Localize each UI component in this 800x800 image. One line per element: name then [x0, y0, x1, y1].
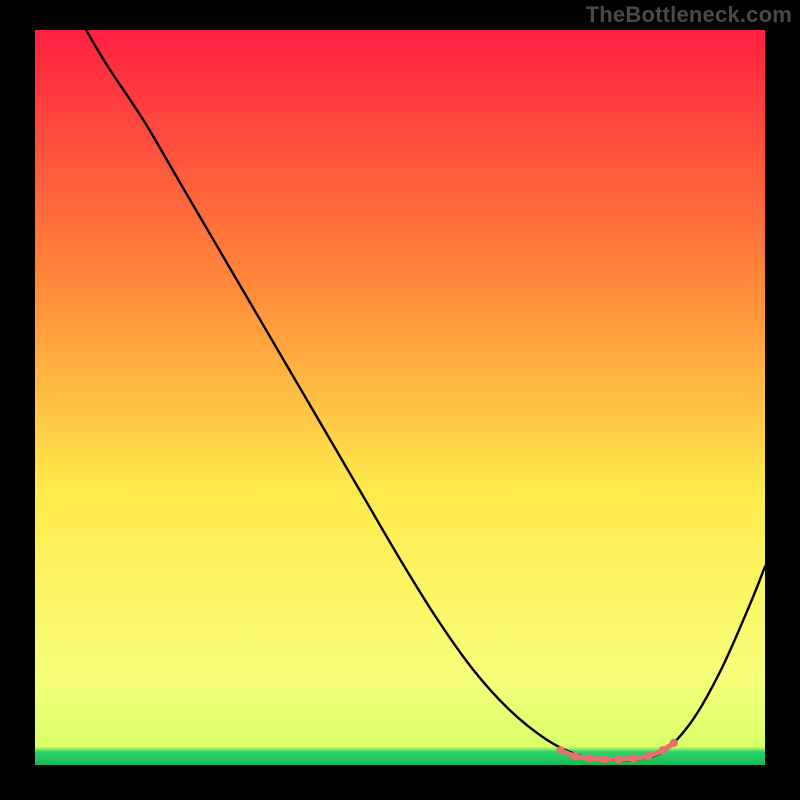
- highlight-dot: [571, 752, 579, 760]
- highlight-dot: [670, 739, 678, 747]
- highlight-dot: [600, 755, 608, 763]
- gradient-background: [35, 30, 765, 765]
- highlight-dot: [644, 752, 652, 760]
- highlight-dot: [659, 746, 667, 754]
- plot-area: [35, 30, 765, 765]
- highlight-dot: [556, 746, 564, 754]
- highlight-dot: [629, 754, 637, 762]
- highlight-dot: [615, 755, 623, 763]
- watermark-text: TheBottleneck.com: [586, 2, 792, 28]
- chart-root: TheBottleneck.com: [0, 0, 800, 800]
- highlight-dot: [586, 754, 594, 762]
- plot-svg: [35, 30, 765, 765]
